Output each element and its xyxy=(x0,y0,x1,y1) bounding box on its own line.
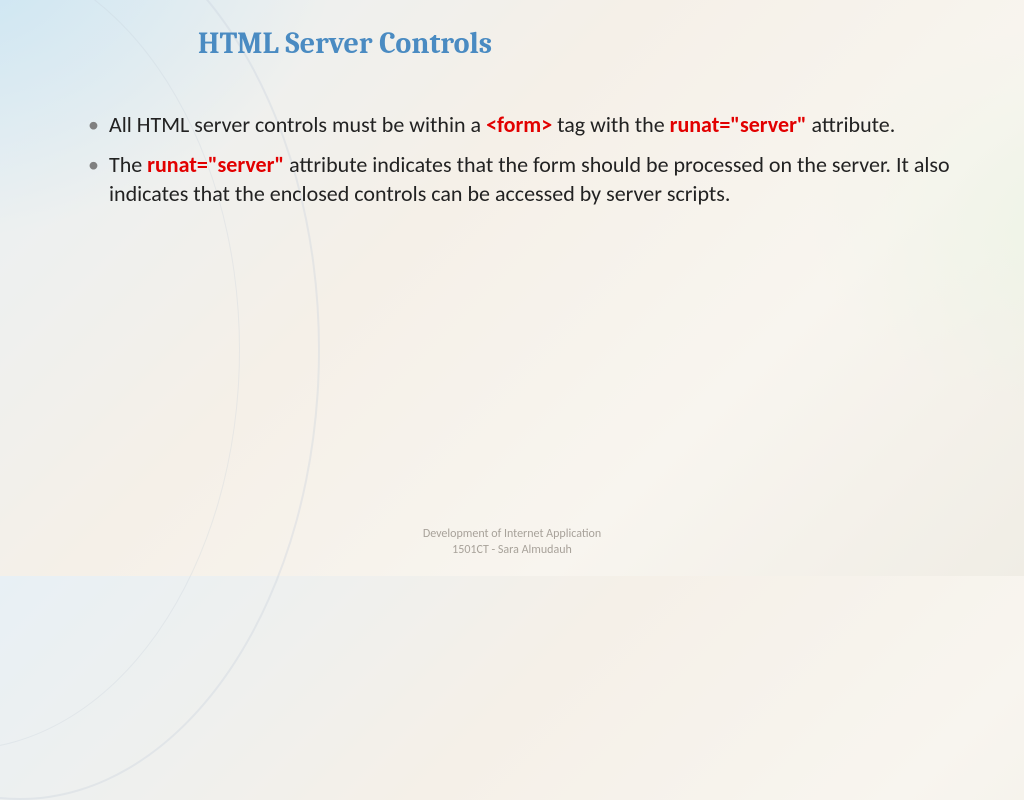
footer-line-2: 1501CT - Sara Almudauh xyxy=(0,542,1024,558)
bullet-text: The runat="server" attribute indicates t… xyxy=(109,150,964,209)
footer-line-1: Development of Internet Application xyxy=(0,526,1024,542)
bullet-marker-icon: • xyxy=(88,110,99,140)
body-text: tag with the xyxy=(552,111,669,138)
bullet-item: • All HTML server controls must be withi… xyxy=(106,110,964,140)
highlight-text: runat="server" xyxy=(670,111,807,138)
background-glow-right xyxy=(804,20,1024,420)
highlight-text: <form> xyxy=(486,111,552,138)
slide-title: HTML Server Controls xyxy=(198,26,492,61)
body-text: attribute. xyxy=(807,111,896,138)
bullet-item: • The runat="server" attribute indicates… xyxy=(106,150,964,209)
body-text: The xyxy=(109,151,147,178)
body-text: All HTML server controls must be within … xyxy=(109,111,486,138)
slide-footer: Development of Internet Application 1501… xyxy=(0,526,1024,558)
bullet-marker-icon: • xyxy=(88,150,99,209)
bullet-text: All HTML server controls must be within … xyxy=(109,110,964,140)
slide-content: • All HTML server controls must be withi… xyxy=(106,110,964,219)
highlight-text: runat="server" xyxy=(147,151,284,178)
